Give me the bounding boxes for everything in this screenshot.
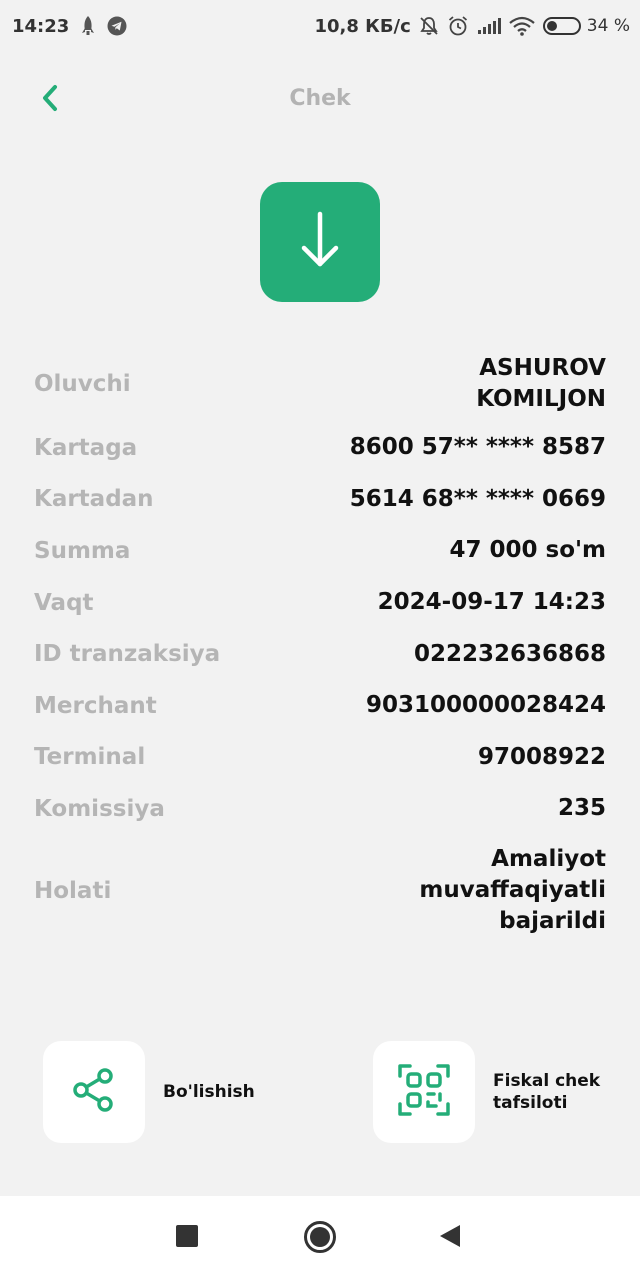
status-bar-left: 14:23 xyxy=(12,15,127,37)
detail-label: Kartadan xyxy=(34,486,154,513)
battery-percent: 34 % xyxy=(586,16,630,36)
detail-value: 022232636868 xyxy=(413,640,606,667)
qr-scan-icon xyxy=(396,1062,452,1122)
detail-label: ID tranzaksiya xyxy=(34,641,221,668)
detail-label: Holati xyxy=(34,877,112,904)
detail-row-recipient: Oluvchi ASHUROV KOMILJON xyxy=(34,346,606,422)
detail-row-from-card: Kartadan 5614 68** **** 0669 xyxy=(34,474,606,526)
detail-label: Merchant xyxy=(34,692,157,719)
status-time: 14:23 xyxy=(12,15,70,37)
battery-icon xyxy=(542,17,581,35)
detail-row-terminal: Terminal 97008922 xyxy=(34,732,606,784)
detail-label: Komissiya xyxy=(34,795,165,822)
detail-value: 235 xyxy=(557,795,606,822)
detail-label: Vaqt xyxy=(34,589,94,616)
share-action: Bo'lishish xyxy=(43,1041,255,1143)
detail-value: 8600 57** **** 8587 xyxy=(349,434,606,461)
share-label[interactable]: Bo'lishish xyxy=(163,1081,255,1103)
battery-indicator: 34 % xyxy=(542,16,630,36)
detail-label: Oluvchi xyxy=(34,371,131,397)
rocket-icon xyxy=(79,15,97,37)
detail-value: 5614 68** **** 0669 xyxy=(349,485,606,512)
detail-row-transaction-id: ID tranzaksiya 022232636868 xyxy=(34,628,606,680)
recent-apps-button[interactable] xyxy=(176,1225,198,1251)
wifi-icon xyxy=(509,16,535,36)
share-icon xyxy=(70,1066,118,1118)
detail-row-time: Vaqt 2024-09-17 14:23 xyxy=(34,577,606,629)
signal-icon xyxy=(477,17,501,35)
transfer-status-badge xyxy=(260,182,380,302)
detail-row-status: Holati Amaliyot muvaffaqiyatli bajarildi xyxy=(34,837,606,945)
square-icon xyxy=(176,1225,198,1251)
detail-label: Kartaga xyxy=(34,434,138,461)
detail-label: Summa xyxy=(34,537,131,564)
detail-value: 47 000 so'm xyxy=(449,537,606,564)
bell-off-icon xyxy=(419,16,439,36)
fiscal-receipt-action: Fiskal chek tafsiloti xyxy=(373,1041,613,1143)
detail-row-to-card: Kartaga 8600 57** **** 8587 xyxy=(34,422,606,474)
detail-value: 2024-09-17 14:23 xyxy=(377,589,606,616)
status-bar-right: 10,8 КБ/с 34 % xyxy=(314,15,630,37)
back-nav-button[interactable] xyxy=(438,1224,462,1252)
arrow-down-icon xyxy=(300,210,340,274)
detail-value: 903100000028424 xyxy=(365,692,606,719)
battery-fill xyxy=(546,21,557,31)
app-header: Chek xyxy=(0,68,640,132)
page-title: Chek xyxy=(289,86,351,111)
detail-row-amount: Summa 47 000 so'm xyxy=(34,525,606,577)
fiscal-receipt-button[interactable] xyxy=(373,1041,475,1143)
fiscal-receipt-label[interactable]: Fiskal chek tafsiloti xyxy=(493,1070,613,1114)
detail-row-commission: Komissiya 235 xyxy=(34,783,606,835)
network-speed: 10,8 КБ/с xyxy=(314,15,411,37)
status-bar: 14:23 10,8 КБ/с 34 % xyxy=(0,0,640,52)
detail-row-merchant: Merchant 903100000028424 xyxy=(34,680,606,732)
home-button[interactable] xyxy=(303,1220,337,1258)
receipt-details: Oluvchi ASHUROV KOMILJON Kartaga 8600 57… xyxy=(34,346,606,945)
alarm-icon xyxy=(447,15,469,37)
home-circle-icon xyxy=(303,1220,337,1258)
share-button[interactable] xyxy=(43,1041,145,1143)
system-nav-bar xyxy=(0,1196,640,1280)
detail-label: Terminal xyxy=(34,744,146,771)
telegram-icon xyxy=(107,16,127,36)
detail-value: 97008922 xyxy=(477,743,606,770)
detail-value: Amaliyot muvaffaqiyatli bajarildi xyxy=(419,846,606,935)
detail-value: ASHUROV KOMILJON xyxy=(476,355,606,412)
triangle-back-icon xyxy=(438,1224,462,1252)
